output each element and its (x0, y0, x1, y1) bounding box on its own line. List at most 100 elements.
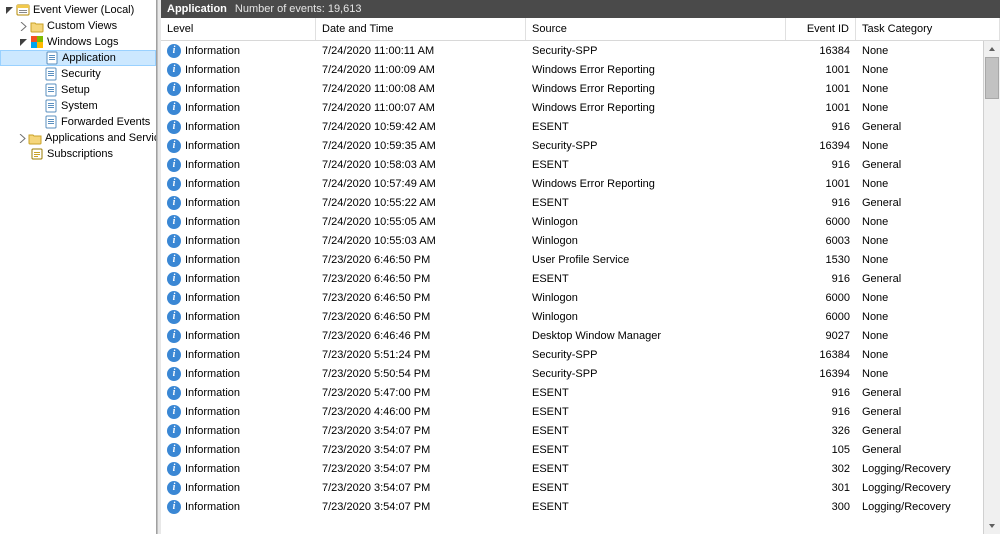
cell-eventid: 916 (786, 273, 856, 285)
event-row[interactable]: iInformation7/24/2020 11:00:08 AMWindows… (161, 79, 1000, 98)
cell-source: Security-SPP (526, 140, 786, 152)
cell-date: 7/24/2020 10:59:35 AM (316, 140, 526, 152)
event-row[interactable]: iInformation7/23/2020 6:46:50 PMWinlogon… (161, 307, 1000, 326)
event-row[interactable]: iInformation7/23/2020 4:46:00 PMESENT916… (161, 402, 1000, 421)
event-row[interactable]: iInformation7/24/2020 10:55:03 AMWinlogo… (161, 231, 1000, 250)
tree-spacer (32, 117, 43, 128)
level-text: Information (185, 368, 240, 380)
information-icon: i (167, 196, 181, 210)
cell-eventid: 1530 (786, 254, 856, 266)
cell-date: 7/24/2020 10:55:22 AM (316, 197, 526, 209)
information-icon: i (167, 424, 181, 438)
grid-body: iInformation7/24/2020 11:00:11 AMSecurit… (161, 41, 1000, 516)
cell-category: General (856, 387, 1000, 399)
disclosure-triangle-icon[interactable] (18, 37, 29, 48)
cell-category: None (856, 311, 1000, 323)
information-icon: i (167, 291, 181, 305)
cell-level: iInformation (161, 291, 316, 305)
scrollbar-vertical[interactable] (983, 41, 1000, 534)
disclosure-triangle-icon[interactable] (18, 133, 27, 144)
tree-item-setup[interactable]: Setup (0, 82, 156, 98)
cell-category: None (856, 83, 1000, 95)
level-text: Information (185, 178, 240, 190)
tree-item-subscriptions[interactable]: Subscriptions (0, 146, 156, 162)
scroll-thumb[interactable] (985, 57, 999, 99)
tree-item-event-viewer-local-[interactable]: Event Viewer (Local) (0, 2, 156, 18)
cell-eventid: 302 (786, 463, 856, 475)
tree-item-label: Event Viewer (Local) (30, 2, 134, 18)
cell-eventid: 16394 (786, 140, 856, 152)
level-text: Information (185, 235, 240, 247)
cell-category: None (856, 64, 1000, 76)
column-header-eventid[interactable]: Event ID (786, 18, 856, 40)
column-header-date[interactable]: Date and Time (316, 18, 526, 40)
scroll-up-arrow-icon[interactable] (984, 41, 1000, 57)
event-row[interactable]: iInformation7/23/2020 5:47:00 PMESENT916… (161, 383, 1000, 402)
level-text: Information (185, 425, 240, 437)
event-row[interactable]: iInformation7/24/2020 11:00:07 AMWindows… (161, 98, 1000, 117)
scroll-track[interactable] (984, 57, 1000, 518)
content-pane: Application Number of events: 19,613 Lev… (161, 0, 1000, 534)
log-title: Application (167, 0, 227, 18)
cell-source: ESENT (526, 463, 786, 475)
information-icon: i (167, 405, 181, 419)
tree-spacer (32, 85, 43, 96)
cell-source: Windows Error Reporting (526, 102, 786, 114)
tree-item-security[interactable]: Security (0, 66, 156, 82)
event-row[interactable]: iInformation7/23/2020 3:54:07 PMESENT105… (161, 440, 1000, 459)
level-text: Information (185, 387, 240, 399)
event-row[interactable]: iInformation7/23/2020 3:54:07 PMESENT302… (161, 459, 1000, 478)
events-grid: Level Date and Time Source Event ID Task… (161, 18, 1000, 534)
column-header-level[interactable]: Level (161, 18, 316, 40)
cell-date: 7/24/2020 11:00:09 AM (316, 64, 526, 76)
disclosure-triangle-icon[interactable] (18, 21, 29, 32)
event-row[interactable]: iInformation7/24/2020 10:59:42 AMESENT91… (161, 117, 1000, 136)
event-row[interactable]: iInformation7/23/2020 6:46:50 PMWinlogon… (161, 288, 1000, 307)
cell-date: 7/23/2020 3:54:07 PM (316, 444, 526, 456)
cell-eventid: 1001 (786, 178, 856, 190)
event-row[interactable]: iInformation7/24/2020 10:55:05 AMWinlogo… (161, 212, 1000, 231)
column-header-source[interactable]: Source (526, 18, 786, 40)
event-row[interactable]: iInformation7/24/2020 10:59:35 AMSecurit… (161, 136, 1000, 155)
event-row[interactable]: iInformation7/23/2020 5:50:54 PMSecurity… (161, 364, 1000, 383)
disclosure-triangle-icon[interactable] (4, 5, 15, 16)
cell-category: None (856, 178, 1000, 190)
tree-item-applications-and-services-lo[interactable]: Applications and Services Lo (0, 130, 156, 146)
scroll-down-arrow-icon[interactable] (984, 518, 1000, 534)
tree-item-custom-views[interactable]: Custom Views (0, 18, 156, 34)
cell-level: iInformation (161, 443, 316, 457)
log-icon (45, 51, 59, 65)
event-row[interactable]: iInformation7/23/2020 3:54:07 PMESENT301… (161, 478, 1000, 497)
event-row[interactable]: iInformation7/23/2020 3:54:07 PMESENT326… (161, 421, 1000, 440)
tree-item-windows-logs[interactable]: Windows Logs (0, 34, 156, 50)
information-icon: i (167, 101, 181, 115)
information-icon: i (167, 386, 181, 400)
event-row[interactable]: iInformation7/24/2020 11:00:11 AMSecurit… (161, 41, 1000, 60)
event-row[interactable]: iInformation7/24/2020 11:00:09 AMWindows… (161, 60, 1000, 79)
event-row[interactable]: iInformation7/23/2020 6:46:50 PMESENT916… (161, 269, 1000, 288)
cell-level: iInformation (161, 44, 316, 58)
event-row[interactable]: iInformation7/24/2020 10:55:22 AMESENT91… (161, 193, 1000, 212)
level-text: Information (185, 482, 240, 494)
level-text: Information (185, 83, 240, 95)
event-row[interactable]: iInformation7/23/2020 3:54:07 PMESENT300… (161, 497, 1000, 516)
tree-item-application[interactable]: Application (0, 50, 156, 66)
column-header-category[interactable]: Task Category (856, 18, 1000, 40)
tree-item-label: Forwarded Events (58, 114, 150, 130)
cell-level: iInformation (161, 253, 316, 267)
level-text: Information (185, 64, 240, 76)
information-icon: i (167, 443, 181, 457)
cell-source: ESENT (526, 425, 786, 437)
cell-source: ESENT (526, 159, 786, 171)
event-row[interactable]: iInformation7/23/2020 5:51:24 PMSecurity… (161, 345, 1000, 364)
eventviewer-icon (16, 3, 30, 17)
event-row[interactable]: iInformation7/24/2020 10:58:03 AMESENT91… (161, 155, 1000, 174)
tree-item-forwarded-events[interactable]: Forwarded Events (0, 114, 156, 130)
tree-spacer (32, 101, 43, 112)
event-row[interactable]: iInformation7/23/2020 6:46:50 PMUser Pro… (161, 250, 1000, 269)
cell-eventid: 16384 (786, 45, 856, 57)
information-icon: i (167, 120, 181, 134)
event-row[interactable]: iInformation7/24/2020 10:57:49 AMWindows… (161, 174, 1000, 193)
event-row[interactable]: iInformation7/23/2020 6:46:46 PMDesktop … (161, 326, 1000, 345)
tree-item-system[interactable]: System (0, 98, 156, 114)
